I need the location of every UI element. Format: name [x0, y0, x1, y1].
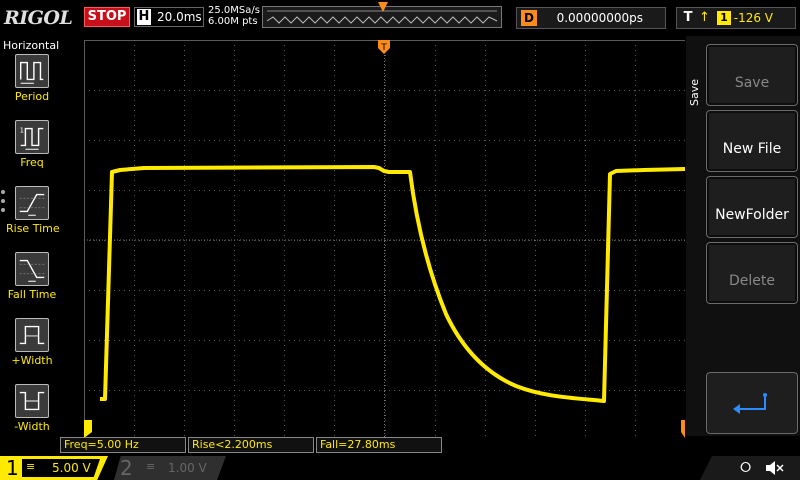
sample-rate: 25.0MSa/s: [208, 5, 260, 16]
measurement-panel: Horizontal Period 1 Freq Rise Time Fall …: [0, 36, 62, 436]
ch1-scale-box: ≡ 5.00 V: [22, 459, 100, 477]
menu-title: Save: [688, 78, 701, 106]
trigger-level-marker-icon: [681, 420, 685, 438]
svg-text:T: T: [380, 43, 387, 53]
run-stop-status-button[interactable]: STOP: [84, 7, 130, 27]
new-folder-button[interactable]: NewFolder: [706, 176, 798, 238]
freq-icon: 1: [15, 120, 49, 154]
ch1-ground-marker-icon: [84, 420, 92, 438]
measure-fall-time-item[interactable]: Fall Time: [6, 252, 58, 316]
period-icon: [15, 54, 49, 88]
usb-icon: ⭘: [740, 460, 752, 476]
enter-return-icon: [733, 393, 767, 414]
delay-label: D: [521, 10, 537, 26]
trigger-level-value: -126 V: [733, 11, 773, 25]
graticule: [84, 40, 685, 440]
horizontal-timebase-box[interactable]: H 20.0ms: [134, 7, 204, 27]
trigger-box[interactable]: T ↑ 1 -126 V: [676, 7, 796, 29]
measure-rise-time-item[interactable]: Rise Time: [6, 186, 60, 250]
horizontal-label: H: [137, 9, 151, 25]
brand-logo: RIGOL: [4, 7, 73, 29]
rise-measurement: Rise<2.200ms: [188, 437, 314, 453]
measure-positive-width-item[interactable]: +Width: [6, 318, 58, 382]
ch1-coupling-icon: ≡: [26, 460, 36, 473]
waveform-display[interactable]: T: [84, 40, 685, 440]
freq-measurement: Freq=5.00 Hz: [60, 437, 186, 453]
fall-measurement: Fall=27.80ms: [316, 437, 442, 453]
delete-button-label: Delete: [729, 273, 775, 289]
measure-label: Period: [14, 90, 50, 103]
ch2-number: 2: [120, 456, 133, 480]
delay-value: 0.00000000ps: [556, 11, 643, 25]
measure-label: +Width: [11, 354, 53, 367]
panel-title: Horizontal: [3, 39, 60, 52]
trigger-source-channel: 1: [717, 11, 731, 25]
ch1-scale: 5.00 V: [52, 461, 91, 475]
measure-freq-item[interactable]: 1 Freq: [6, 120, 58, 184]
back-button[interactable]: [706, 372, 798, 434]
measure-label: Freq: [20, 156, 44, 169]
channel-bar: 1 ≡ 5.00 V 2 ≡ 1.00 V ⭘: [0, 456, 800, 480]
measure-period-item[interactable]: Period: [6, 54, 58, 118]
speaker-mute-icon[interactable]: [764, 460, 784, 476]
negative-width-icon: [15, 384, 49, 418]
svg-text:1: 1: [20, 126, 24, 134]
measure-label: Rise Time: [6, 222, 60, 235]
ch1-button[interactable]: 1 ≡ 5.00 V: [0, 456, 108, 480]
ch2-coupling-icon: ≡: [146, 460, 156, 473]
trigger-edge-icon: ↑: [699, 10, 710, 25]
ch2-scale: 1.00 V: [168, 461, 207, 475]
save-button[interactable]: Save: [706, 44, 798, 106]
rise-time-icon: [15, 186, 49, 220]
new-file-button[interactable]: New File: [706, 110, 798, 172]
delete-button[interactable]: Delete: [706, 242, 798, 304]
measure-label: Fall Time: [7, 288, 57, 301]
measure-label: -Width: [14, 420, 50, 433]
ch1-waveform-trace: [100, 165, 685, 403]
timebase-value: 20.0ms: [157, 10, 202, 24]
memory-depth: 6.00M pts: [208, 16, 258, 27]
trigger-label: T: [683, 10, 693, 25]
acquisition-info: 25.0MSa/s 6.00M pts: [208, 5, 260, 27]
fall-time-icon: [15, 252, 49, 286]
measure-negative-width-item[interactable]: -Width: [6, 384, 58, 448]
new-folder-button-label: NewFolder: [715, 207, 789, 223]
save-menu: Save Save New File NewFolder Delete: [686, 36, 800, 436]
delay-box[interactable]: D 0.00000000ps: [516, 7, 666, 29]
ch1-number: 1: [6, 456, 19, 480]
new-file-button-label: New File: [722, 141, 782, 157]
positive-width-icon: [15, 318, 49, 352]
save-button-label: Save: [734, 75, 770, 91]
top-status-bar: RIGOL STOP H 20.0ms 25.0MSa/s 6.00M pts …: [0, 0, 800, 36]
